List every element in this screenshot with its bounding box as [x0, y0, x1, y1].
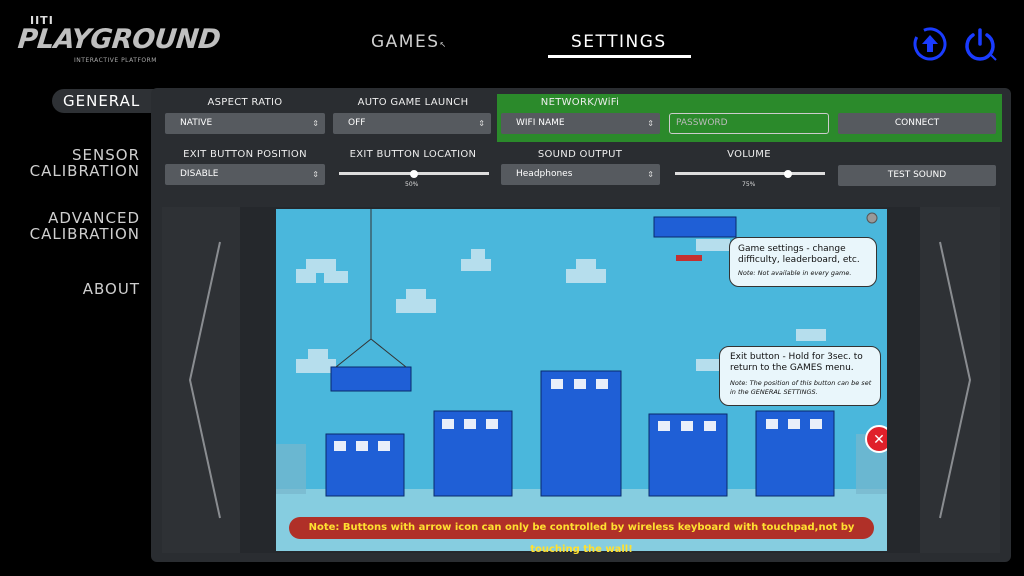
sidebar-item-sensor-calibration[interactable]: SENSOR CALIBRATION [10, 147, 140, 179]
sidebar-item-label: CALIBRATION [29, 225, 140, 243]
nav-games[interactable]: GAMES↖ [371, 32, 446, 52]
next-arrow-button[interactable] [920, 207, 1000, 553]
note-banner-text: Note: Buttons with arrow icon can only b… [308, 522, 855, 555]
sidebar-item-about[interactable]: ABOUT [10, 281, 140, 297]
tooltip-note: Note: Not available in every game. [738, 269, 852, 277]
select-value: DISABLE [180, 169, 219, 179]
chevron-right-icon [939, 241, 972, 519]
chevron-updown-icon: ⇕ [312, 170, 319, 179]
chevron-updown-icon: ⇕ [478, 119, 485, 128]
select-value: OFF [348, 118, 366, 128]
sidebar-item-label: SENSOR [72, 146, 140, 164]
sidebar-item-label: ADVANCED [48, 209, 140, 227]
prev-arrow-button[interactable] [162, 207, 240, 553]
exit-button-position-select[interactable]: DISABLE ⇕ [165, 164, 325, 185]
volume-slider-knob[interactable] [783, 170, 792, 178]
volume-label: VOLUME [727, 149, 771, 160]
select-value: WIFI NAME [516, 118, 565, 128]
sidebar-item-label: ABOUT [82, 280, 140, 298]
auto-game-launch-label: AUTO GAME LAUNCH [357, 97, 469, 108]
logo-subtitle: INTERACTIVE PLATFORM [74, 57, 157, 64]
game-settings-tooltip: Game settings - change difficulty, leade… [729, 237, 877, 287]
sound-output-label: SOUND OUTPUT [537, 149, 623, 160]
active-tab-underline [548, 55, 691, 58]
nav-settings[interactable]: SETTINGS [571, 32, 667, 52]
exit-button-position-label: EXIT BUTTON POSITION [183, 149, 307, 160]
tooltip-title: Game settings - change difficulty, leade… [738, 244, 860, 265]
tooltip-note: Note: The position of this button can be… [730, 379, 872, 396]
test-sound-button[interactable]: TEST SOUND [838, 165, 996, 186]
update-icon[interactable] [912, 26, 948, 66]
network-label: NETWORK/WiFi [540, 97, 620, 108]
chevron-updown-icon: ⇕ [312, 119, 319, 128]
select-value: NATIVE [180, 118, 213, 128]
exit-location-percent: 50% [405, 181, 419, 188]
chevron-left-icon [188, 241, 221, 519]
exit-location-slider-knob[interactable] [410, 170, 418, 178]
arrow-cursor-icon: ↖ [439, 40, 448, 49]
aspect-ratio-label: ASPECT RATIO [207, 97, 283, 108]
chevron-updown-icon: ⇕ [647, 170, 654, 179]
password-input[interactable]: PASSWORD [669, 113, 829, 134]
exit-button-tooltip: Exit button - Hold for 3sec. to return t… [719, 346, 881, 406]
sound-output-select[interactable]: Headphones ⇕ [501, 164, 660, 185]
nav-games-label: GAMES [371, 32, 440, 52]
auto-game-launch-select[interactable]: OFF ⇕ [333, 113, 491, 134]
chevron-updown-icon: ⇕ [647, 119, 654, 128]
sidebar-item-advanced-calibration[interactable]: ADVANCED CALIBRATION [10, 210, 140, 242]
sidebar-item-label: GENERAL [63, 92, 141, 110]
logo: PLAYGROUND [16, 24, 222, 55]
power-icon[interactable] [962, 26, 1000, 68]
volume-slider-track[interactable] [675, 172, 825, 175]
exit-button-location-label: EXIT BUTTON LOCATION [349, 149, 477, 160]
wifi-select[interactable]: WIFI NAME ⇕ [501, 113, 660, 134]
svg-text:✕: ✕ [873, 432, 885, 448]
aspect-ratio-select[interactable]: NATIVE ⇕ [165, 113, 325, 134]
sidebar-item-label: CALIBRATION [29, 162, 140, 180]
connect-button[interactable]: CONNECT [838, 113, 996, 134]
volume-percent: 75% [742, 181, 756, 188]
nav-settings-label: SETTINGS [571, 32, 667, 52]
select-value: Headphones [516, 169, 573, 179]
tooltip-title: Exit button - Hold for 3sec. to return t… [730, 352, 863, 373]
